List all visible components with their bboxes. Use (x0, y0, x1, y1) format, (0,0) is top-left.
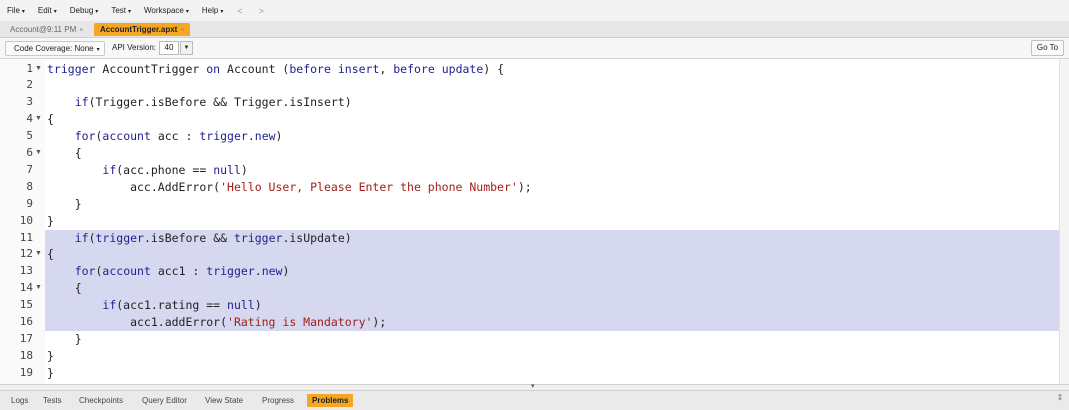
tab-accounttrigger[interactable]: AccountTrigger.apxt × (94, 23, 191, 36)
chevron-down-icon: ▾ (127, 9, 131, 15)
line-number: 19 (19, 365, 33, 379)
api-version-select[interactable]: 40 (159, 41, 179, 55)
tab-account-log[interactable]: Account@9:11 PM × (4, 23, 89, 36)
tab-logs[interactable]: Logs (6, 394, 33, 407)
code-line: for(account acc : trigger.new) (74, 129, 283, 144)
code-line: } (47, 196, 82, 211)
line-number: 3 (26, 95, 33, 109)
tab-account-log-label: Account@9:11 PM (10, 25, 77, 34)
line-number: 18 (19, 348, 33, 362)
editor-toolbar: Code Coverage: None ▾ API Version: 40 ▼ G… (0, 38, 1069, 59)
line-number: 14 (19, 281, 33, 295)
code-line: if(acc.phone == null) (102, 162, 248, 177)
code-line: trigger AccountTrigger on Account (befor… (47, 61, 505, 76)
tab-view-state[interactable]: View State (200, 394, 248, 407)
menu-help[interactable]: Help ▾ (195, 6, 229, 15)
close-icon[interactable]: × (79, 27, 83, 34)
code-line: acc1.addError('Rating is Mandatory'); (47, 315, 387, 329)
line-number: 17 (19, 331, 33, 345)
chevron-down-icon: ▾ (95, 9, 99, 15)
menu-debug-label: Debug (69, 6, 94, 15)
tab-progress[interactable]: Progress (257, 394, 299, 407)
fold-toggle-icon[interactable]: ▼ (35, 61, 42, 78)
fold-toggle-icon[interactable]: ▼ (35, 280, 42, 297)
code-line: { (47, 146, 82, 160)
menu-edit[interactable]: Edit ▾ (31, 6, 63, 15)
code-line: } (47, 213, 54, 228)
line-number: 8 (26, 179, 33, 193)
tab-accounttrigger-label: AccountTrigger.apxt (100, 25, 178, 34)
code-line: if(acc1.rating == null) (102, 298, 262, 313)
menu-test-label: Test (111, 6, 126, 15)
code-line: { (47, 281, 82, 296)
expand-panel-icon[interactable]: ⇕ (1055, 393, 1065, 406)
line-number: 7 (26, 162, 33, 176)
code-line: } (47, 365, 54, 380)
tab-query-editor[interactable]: Query Editor (137, 394, 192, 407)
menu-workspace[interactable]: Workspace ▾ (137, 6, 195, 15)
code-line: } (47, 331, 82, 346)
menu-file-label: File (7, 6, 20, 15)
line-number: 4 (26, 112, 33, 126)
line-number: 11 (19, 230, 33, 244)
code-line: if(trigger.isBefore && trigger.isUpdate) (74, 230, 352, 245)
line-number: 2 (26, 78, 33, 92)
fold-toggle-icon[interactable]: ▼ (35, 145, 42, 162)
close-icon[interactable]: × (180, 27, 184, 34)
bottom-panel-tabs: Logs Tests Checkpoints Query Editor View… (0, 390, 1069, 410)
code-line: { (47, 112, 54, 127)
tab-tests[interactable]: Tests (38, 394, 67, 407)
line-number: 6 (26, 146, 33, 159)
code-line: acc.AddError('Hello User, Please Enter t… (47, 179, 532, 194)
fold-toggle-icon[interactable]: ▼ (35, 111, 42, 128)
line-number: 13 (19, 264, 33, 278)
forward-button[interactable]: > (251, 6, 272, 16)
line-number: 12 (19, 247, 33, 261)
line-number: 9 (26, 196, 33, 210)
tab-checkpoints[interactable]: Checkpoints (74, 394, 128, 407)
fold-toggle-icon[interactable]: ▼ (35, 246, 42, 263)
line-number-gutter: 1 ▼ 2 3 4 ▼ 5 6 ▼ 7 8 9 10 11 12 ▼ 13 14 ▼ 15 16 17 18 19 (0, 59, 45, 384)
code-line: if(Trigger.isBefore && Trigger.isInsert) (74, 95, 352, 110)
menu-test[interactable]: Test ▾ (104, 6, 137, 15)
code-line: for(account acc1 : trigger.new) (74, 264, 290, 279)
line-number: 5 (26, 129, 33, 143)
line-number: 16 (19, 315, 33, 328)
line-number: 1 (26, 61, 33, 75)
code-line: { (47, 247, 54, 262)
chevron-down-icon[interactable]: ▼ (180, 41, 193, 55)
chevron-down-icon: ▾ (220, 9, 224, 15)
chevron-down-icon: ▾ (53, 9, 57, 15)
menu-bar: File ▾ Edit ▾ Debug ▾ Test ▾ Workspace ▾ Help… (0, 0, 1069, 22)
code-coverage-dropdown[interactable]: Code Coverage: None ▾ (5, 41, 105, 56)
code-line: } (47, 348, 54, 363)
menu-edit-label: Edit (37, 6, 52, 15)
chevron-down-icon: ▾ (185, 9, 189, 15)
menu-file[interactable]: File ▾ (0, 6, 31, 15)
line-number: 10 (19, 213, 33, 227)
chevron-down-icon: ▾ (96, 47, 100, 53)
api-version-label: API Version: (112, 43, 157, 52)
menu-help-label: Help (201, 6, 219, 15)
go-to-button[interactable]: Go To (1031, 40, 1064, 56)
menu-workspace-label: Workspace (144, 6, 184, 15)
file-tab-bar: Account@9:11 PM × AccountTrigger.apxt × (0, 21, 1069, 38)
code-editor[interactable]: 1 ▼ 2 3 4 ▼ 5 6 ▼ 7 8 9 10 11 12 ▼ 13 14 ▼ 15 16 17 18 19 trigg… (0, 59, 1069, 384)
chevron-down-icon: ▾ (21, 9, 25, 15)
editor-scrollbar[interactable] (1059, 59, 1069, 384)
drag-handle-icon[interactable]: ▾ (531, 382, 535, 390)
menu-debug[interactable]: Debug ▾ (63, 6, 105, 15)
back-button[interactable]: < (229, 6, 250, 16)
line-number: 15 (19, 298, 33, 312)
code-coverage-label: Code Coverage: None (14, 44, 94, 53)
tab-problems[interactable]: Problems (307, 394, 354, 407)
